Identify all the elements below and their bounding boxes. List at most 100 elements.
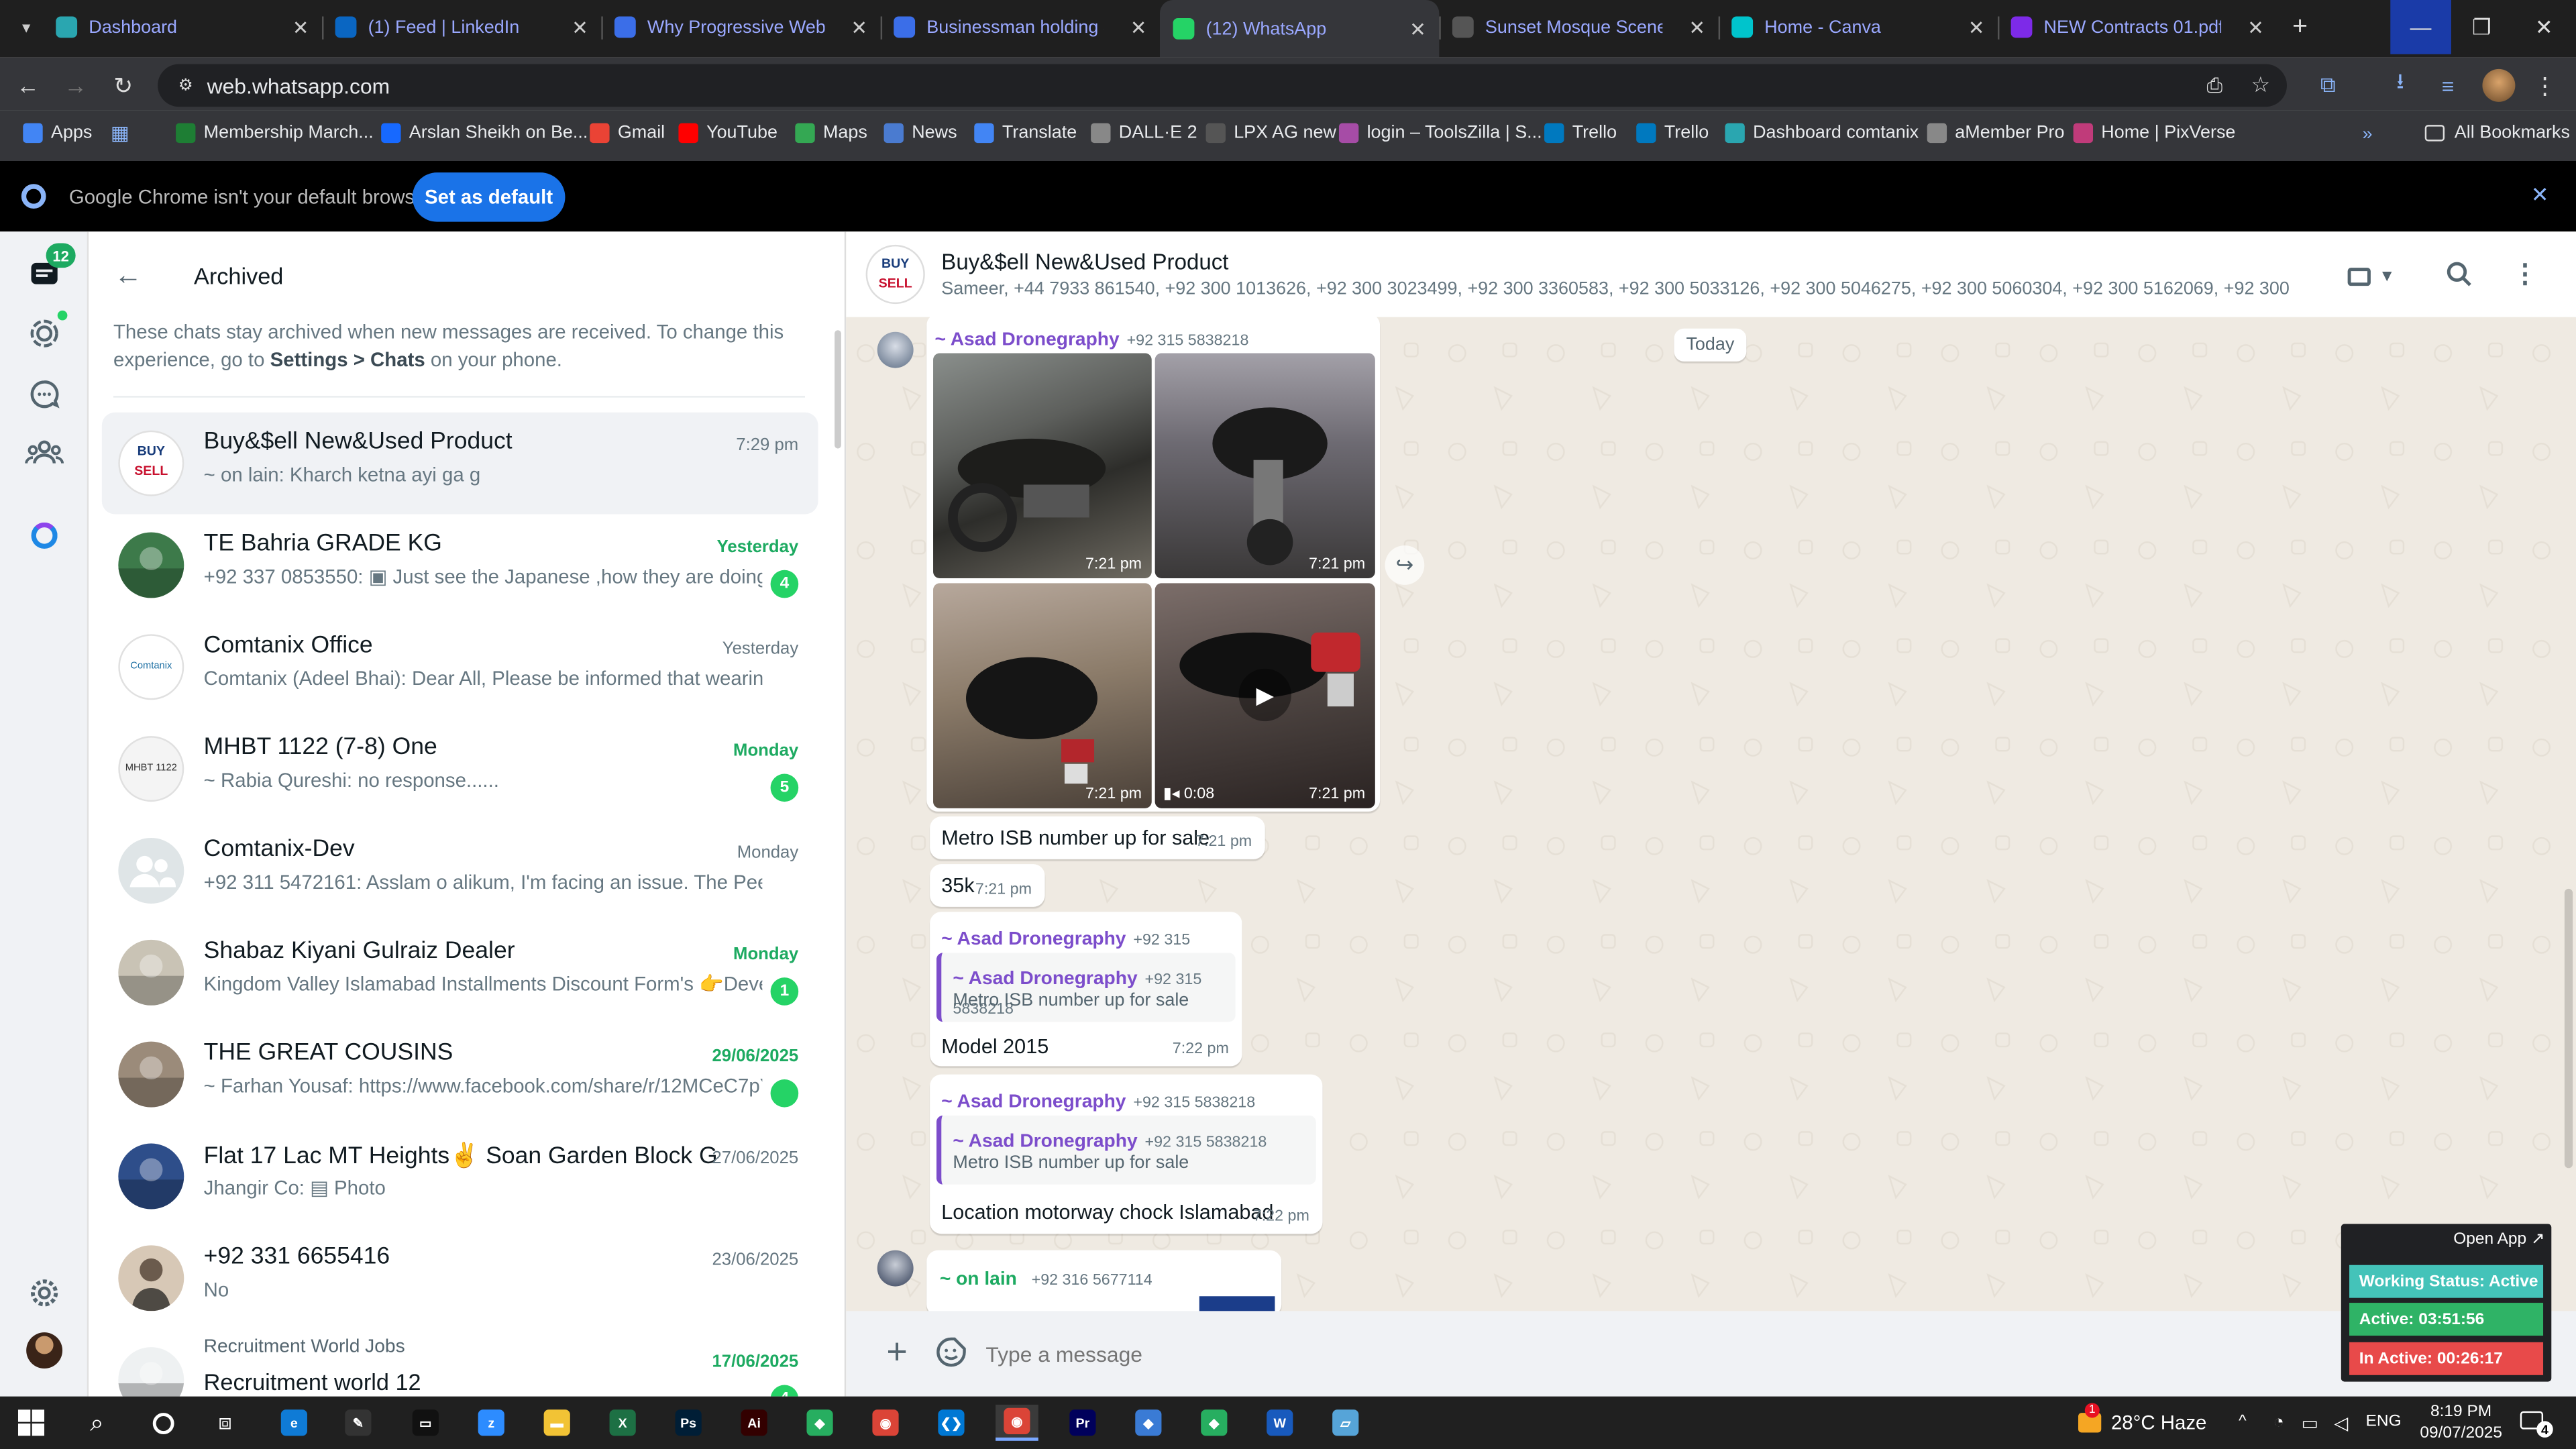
close-tab-icon[interactable]: ✕: [1968, 15, 1985, 38]
status-icon[interactable]: [23, 310, 68, 355]
open-app-button[interactable]: Open App ↗: [2453, 1230, 2544, 1248]
chat-list-item[interactable]: +92 331 6655416 No 23/06/2025: [102, 1227, 818, 1329]
tab-search-icon[interactable]: ▾: [13, 15, 40, 41]
start-button[interactable]: [10, 1405, 53, 1441]
sticker-icon[interactable]: [933, 1334, 969, 1371]
chat-list-item[interactable]: MHBT 1122 MHBT 1122 (7-8) One ~ Rabia Qure…: [102, 718, 818, 820]
notes-app-icon[interactable]: ▱: [1324, 1405, 1367, 1441]
bookmark-item[interactable]: Gmail: [590, 123, 665, 144]
bookmark-item[interactable]: Arslan Sheikh on Be...: [381, 123, 588, 144]
network-icon[interactable]: ▭: [2298, 1411, 2321, 1434]
browser-tab[interactable]: NEW Contracts 01.pdf - 8 ✕: [1998, 0, 2277, 54]
more-bookmarks-icon[interactable]: »: [2356, 123, 2379, 146]
meta-ai-icon[interactable]: [23, 515, 66, 557]
browser-tab[interactable]: (1) Feed | LinkedIn ✕: [322, 0, 601, 54]
chrome-icon[interactable]: ◉: [864, 1405, 907, 1441]
chrome-menu-icon[interactable]: ⋮: [2530, 70, 2559, 100]
attach-plus-icon[interactable]: +: [879, 1331, 915, 1372]
bookmark-item[interactable]: News: [883, 123, 957, 144]
chat-list-item[interactable]: Flat 17 Lac MT Heights✌ Soan Garden Bloc…: [102, 1126, 818, 1228]
chat-list-item[interactable]: THE GREAT COUSINS ~ Farhan Yousaf: https:…: [102, 1024, 818, 1126]
album-photo-1[interactable]: 7:21 pm: [933, 353, 1152, 579]
forward-icon[interactable]: →: [61, 70, 91, 100]
album-photo-3[interactable]: 7:21 pm: [933, 583, 1152, 808]
chat-list-item[interactable]: Comtanix-Dev +92 311 5472161: Asslam o al…: [102, 820, 818, 922]
site-info-icon[interactable]: ⚙: [174, 74, 197, 97]
close-tab-icon[interactable]: ✕: [851, 15, 867, 38]
browser-tab[interactable]: Sunset Mosque Scene Co ✕: [1439, 0, 1718, 54]
bookmark-item[interactable]: Membership March...: [176, 123, 374, 144]
close-window-button[interactable]: ✕: [2514, 0, 2575, 54]
forward-message-icon[interactable]: ↪: [1385, 545, 1425, 585]
sender-avatar[interactable]: [877, 331, 914, 368]
channels-icon[interactable]: [23, 373, 66, 416]
back-arrow-icon[interactable]: ←: [112, 260, 145, 292]
close-tab-icon[interactable]: ✕: [572, 15, 588, 38]
omnibox[interactable]: ⚙ web.whatsapp.com ⎙ ☆: [158, 64, 2288, 107]
quoted-message[interactable]: ~ Asad Dronegraphy +92 315 5838218 Metro…: [936, 953, 1236, 1022]
hidden-icons-chevron[interactable]: ^: [2233, 1411, 2252, 1431]
album-video[interactable]: ▶ ▮◂ 0:08 7:21 pm: [1155, 583, 1375, 808]
bookmark-star-icon[interactable]: ☆: [2247, 72, 2273, 99]
photoshop-icon[interactable]: Ps: [667, 1405, 710, 1441]
download-icon[interactable]: ⭳: [2385, 69, 2415, 100]
browser-tab[interactable]: Dashboard ✕: [43, 0, 322, 54]
back-icon[interactable]: ←: [13, 70, 43, 100]
all-bookmarks-button[interactable]: All Bookmarks: [2424, 123, 2570, 143]
bookmark-item[interactable]: Trello: [1544, 123, 1617, 144]
chats-icon[interactable]: 12: [23, 243, 76, 296]
install-app-icon[interactable]: ⎙: [2202, 72, 2228, 99]
new-tab-icon[interactable]: +: [2286, 13, 2315, 43]
reload-icon[interactable]: ↻: [109, 70, 138, 100]
green-app-icon[interactable]: ◆: [798, 1405, 841, 1441]
edge-icon[interactable]: e: [273, 1405, 316, 1441]
conversation-header[interactable]: BUY SELL Buy&$ell New&Used Product Sameer…: [846, 231, 2576, 317]
premiere-icon[interactable]: Pr: [1061, 1405, 1104, 1441]
set-as-default-button[interactable]: Set as default: [412, 172, 566, 222]
album-sender[interactable]: ~ Asad Dronegraphy +92 315 5838218: [934, 323, 1248, 353]
browser-tab[interactable]: Businessman holding 3d ✕: [881, 0, 1160, 54]
chat-list-item[interactable]: Comtanix Comtanix Office Comtanix (Adeel B…: [102, 616, 818, 718]
bookmark-item[interactable]: DALL·E 2: [1091, 123, 1197, 144]
chat-list-item[interactable]: Recruitment World Jobs Recruitment world …: [102, 1329, 818, 1397]
menu-icon[interactable]: ⋮: [2509, 258, 2542, 290]
browser-tab[interactable]: Home - Canva ✕: [1719, 0, 1998, 54]
play-icon[interactable]: ▶: [1238, 668, 1291, 722]
taskbar-search-icon[interactable]: ⌕: [76, 1405, 119, 1441]
chrome-active-icon[interactable]: ◉: [996, 1404, 1038, 1441]
app-icon[interactable]: ◆: [1127, 1405, 1170, 1441]
conversation-scrollbar[interactable]: [2564, 888, 2573, 1169]
people-icon[interactable]: ◔: [2267, 1411, 2290, 1434]
bookmark-item[interactable]: Maps: [795, 123, 867, 144]
zoom-icon[interactable]: z: [470, 1405, 513, 1441]
extensions-icon[interactable]: ⧉: [2313, 70, 2343, 100]
chat-list-item[interactable]: BUY SELL Buy&$ell New&Used Product ~ on lai…: [101, 412, 818, 515]
chat-list-scrollbar[interactable]: [835, 330, 841, 449]
pen-icon[interactable]: ✎: [337, 1405, 380, 1441]
file-explorer-icon[interactable]: ▬: [535, 1405, 578, 1441]
bookmark-item[interactable]: Home | PixVerse: [2073, 123, 2235, 144]
bookmark-item[interactable]: Trello: [1636, 123, 1709, 144]
bookmark-item[interactable]: aMember Pro: [1927, 123, 2065, 144]
bookmark-item[interactable]: YouTube: [678, 123, 777, 144]
message-input[interactable]: [977, 1330, 2522, 1377]
video-call-button[interactable]: ▼: [2347, 261, 2400, 290]
album-photo-2[interactable]: 7:21 pm: [1155, 353, 1375, 579]
close-tab-icon[interactable]: ✕: [292, 15, 309, 38]
group-avatar[interactable]: BUY SELL: [865, 244, 925, 305]
restore-button[interactable]: ❐: [2451, 0, 2512, 54]
bookmark-item[interactable]: Apps: [23, 123, 92, 144]
bookmark-item[interactable]: Dashboard comtanix: [1725, 123, 1919, 144]
close-infobar-icon[interactable]: ✕: [2527, 182, 2553, 209]
close-tab-icon[interactable]: ✕: [1409, 17, 1426, 40]
browser-tab[interactable]: Why Progressive Web Ap ✕: [601, 0, 880, 54]
media-icon[interactable]: ≡: [2433, 70, 2463, 100]
profile-photo[interactable]: [23, 1329, 66, 1372]
close-tab-icon[interactable]: ✕: [1688, 15, 1705, 38]
close-tab-icon[interactable]: ✕: [2247, 15, 2264, 38]
quoted-message[interactable]: ~ Asad Dronegraphy +92 315 5838218 Metro…: [936, 1115, 1316, 1185]
group-name[interactable]: Buy&$ell New&Used Product: [941, 250, 1228, 274]
task-view-icon[interactable]: ⧈: [204, 1405, 247, 1441]
bookmark-item[interactable]: LPX AG new: [1205, 123, 1336, 144]
apps-grid-icon[interactable]: ▦: [109, 121, 131, 144]
